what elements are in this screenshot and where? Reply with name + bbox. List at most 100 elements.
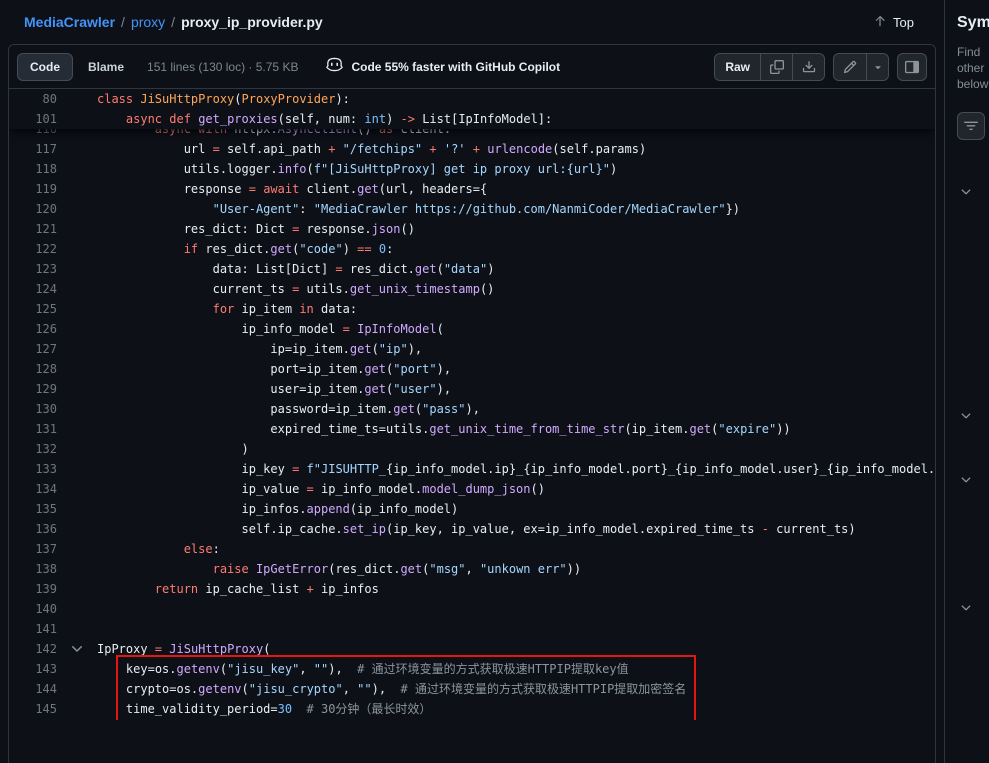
line-number[interactable]: 119	[9, 179, 57, 199]
line-number[interactable]: 128	[9, 359, 57, 379]
filter-icon	[964, 119, 978, 133]
line-number[interactable]: 146	[9, 719, 57, 720]
line-number[interactable]: 141	[9, 619, 57, 639]
code-text: )	[97, 719, 935, 720]
code-line: 145 time_validity_period=30 # 30分钟（最长时效）	[9, 699, 935, 719]
line-number[interactable]: 123	[9, 259, 57, 279]
line-number[interactable]: 116	[9, 129, 57, 139]
arrow-up-icon	[873, 14, 887, 31]
code-text: self.ip_cache.set_ip(ip_key, ip_value, e…	[97, 519, 935, 539]
code-text: class JiSuHttpProxy(ProxyProvider):	[97, 89, 935, 109]
line-number[interactable]: 101	[9, 109, 57, 129]
edit-button[interactable]	[834, 54, 866, 80]
line-number[interactable]: 145	[9, 699, 57, 719]
line-number[interactable]: 122	[9, 239, 57, 259]
line-number[interactable]: 80	[9, 89, 57, 109]
line-number[interactable]: 133	[9, 459, 57, 479]
code-line: 101 async def get_proxies(self, num: int…	[9, 109, 935, 129]
code-text: user=ip_item.get("user"),	[97, 379, 935, 399]
raw-button[interactable]: Raw	[715, 54, 760, 80]
chevron-down-icon[interactable]	[959, 185, 973, 204]
breadcrumb: MediaCrawler / proxy / proxy_ip_provider…	[0, 0, 944, 44]
line-number[interactable]: 121	[9, 219, 57, 239]
download-button[interactable]	[792, 54, 824, 80]
code-line: 139 return ip_cache_list + ip_infos	[9, 579, 935, 599]
code-text: raise IpGetError(res_dict.get("msg", "un…	[97, 559, 935, 579]
breadcrumb-folder-link[interactable]: proxy	[131, 14, 165, 30]
code-line: 126 ip_info_model = IpInfoModel(	[9, 319, 935, 339]
code-line: 119 response = await client.get(url, hea…	[9, 179, 935, 199]
chevron-down-icon[interactable]	[959, 409, 973, 428]
code-text	[97, 599, 935, 619]
line-number[interactable]: 125	[9, 299, 57, 319]
file-actions: Raw	[714, 53, 927, 81]
line-number[interactable]: 127	[9, 339, 57, 359]
code-line: 128 port=ip_item.get("port"),	[9, 359, 935, 379]
file-container: Code Blame 151 lines (130 loc) · 5.75 KB…	[8, 44, 936, 763]
line-number[interactable]: 118	[9, 159, 57, 179]
code-line: 140	[9, 599, 935, 619]
breadcrumb-repo-link[interactable]: MediaCrawler	[24, 14, 115, 30]
code-text	[97, 619, 935, 639]
code-text: else:	[97, 539, 935, 559]
code-text: async with httpx.AsyncClient() as client…	[97, 129, 935, 139]
code-text: for ip_item in data:	[97, 299, 935, 319]
edit-dropdown-button[interactable]	[866, 54, 888, 80]
code-text: ip_key = f"JISUHTTP_{ip_info_model.ip}_{…	[97, 459, 935, 479]
tab-code[interactable]: Code	[17, 53, 73, 81]
back-to-top-label: Top	[893, 15, 914, 30]
breadcrumb-separator: /	[171, 14, 175, 30]
line-number[interactable]: 143	[9, 659, 57, 679]
line-number[interactable]: 124	[9, 279, 57, 299]
line-number[interactable]: 132	[9, 439, 57, 459]
chevron-down-icon	[872, 61, 884, 73]
collapse-chevron-icon[interactable]	[57, 639, 97, 659]
code-line: 146)	[9, 719, 935, 720]
code-line: 133 ip_key = f"JISUHTTP_{ip_info_model.i…	[9, 459, 935, 479]
code-text: async def get_proxies(self, num: int) ->…	[97, 109, 935, 129]
code-view-main: MediaCrawler / proxy / proxy_ip_provider…	[0, 0, 944, 763]
line-number[interactable]: 137	[9, 539, 57, 559]
code-line: 135 ip_infos.append(ip_info_model)	[9, 499, 935, 519]
tab-blame[interactable]: Blame	[75, 53, 137, 81]
line-number[interactable]: 139	[9, 579, 57, 599]
code-text: port=ip_item.get("port"),	[97, 359, 935, 379]
line-number[interactable]: 129	[9, 379, 57, 399]
code-text: response = await client.get(url, headers…	[97, 179, 935, 199]
line-number[interactable]: 134	[9, 479, 57, 499]
code-text: return ip_cache_list + ip_infos	[97, 579, 935, 599]
chevron-down-icon[interactable]	[959, 473, 973, 492]
line-number[interactable]: 117	[9, 139, 57, 159]
line-number[interactable]: 135	[9, 499, 57, 519]
copy-button[interactable]	[760, 54, 792, 80]
line-number[interactable]: 126	[9, 319, 57, 339]
code-line: 122 if res_dict.get("code") == 0:	[9, 239, 935, 259]
code-line: 123 data: List[Dict] = res_dict.get("dat…	[9, 259, 935, 279]
symbols-panel-title: Symbols	[957, 14, 989, 32]
line-number[interactable]: 138	[9, 559, 57, 579]
line-number[interactable]: 130	[9, 399, 57, 419]
symbols-panel-toggle-button[interactable]	[897, 53, 927, 81]
symbols-panel-icon	[905, 60, 919, 74]
line-number[interactable]: 144	[9, 679, 57, 699]
line-number[interactable]: 140	[9, 599, 57, 619]
chevron-down-icon[interactable]	[959, 601, 973, 620]
symbols-panel: Symbols Find other below	[944, 0, 989, 763]
line-number[interactable]: 136	[9, 519, 57, 539]
line-number[interactable]: 131	[9, 419, 57, 439]
code-text: utils.logger.info(f"[JiSuHttpProxy] get …	[97, 159, 935, 179]
code-line: 124 current_ts = utils.get_unix_timestam…	[9, 279, 935, 299]
line-number[interactable]: 142	[9, 639, 57, 659]
copilot-banner[interactable]: Code 55% faster with GitHub Copilot	[326, 56, 560, 78]
code-text: ip_infos.append(ip_info_model)	[97, 499, 935, 519]
code-text: url = self.api_path + "/fetchips" + '?' …	[97, 139, 935, 159]
code-text: current_ts = utils.get_unix_timestamp()	[97, 279, 935, 299]
code-line: 142IpProxy = JiSuHttpProxy(	[9, 639, 935, 659]
back-to-top-button[interactable]: Top	[873, 14, 914, 31]
code-line: 117 url = self.api_path + "/fetchips" + …	[9, 139, 935, 159]
symbols-description-line: below	[957, 76, 989, 92]
code-text: key=os.getenv("jisu_key", ""), # 通过环境变量的…	[97, 659, 935, 679]
filter-button[interactable]	[957, 112, 985, 140]
line-number[interactable]: 120	[9, 199, 57, 219]
code-text: time_validity_period=30 # 30分钟（最长时效）	[97, 699, 935, 719]
